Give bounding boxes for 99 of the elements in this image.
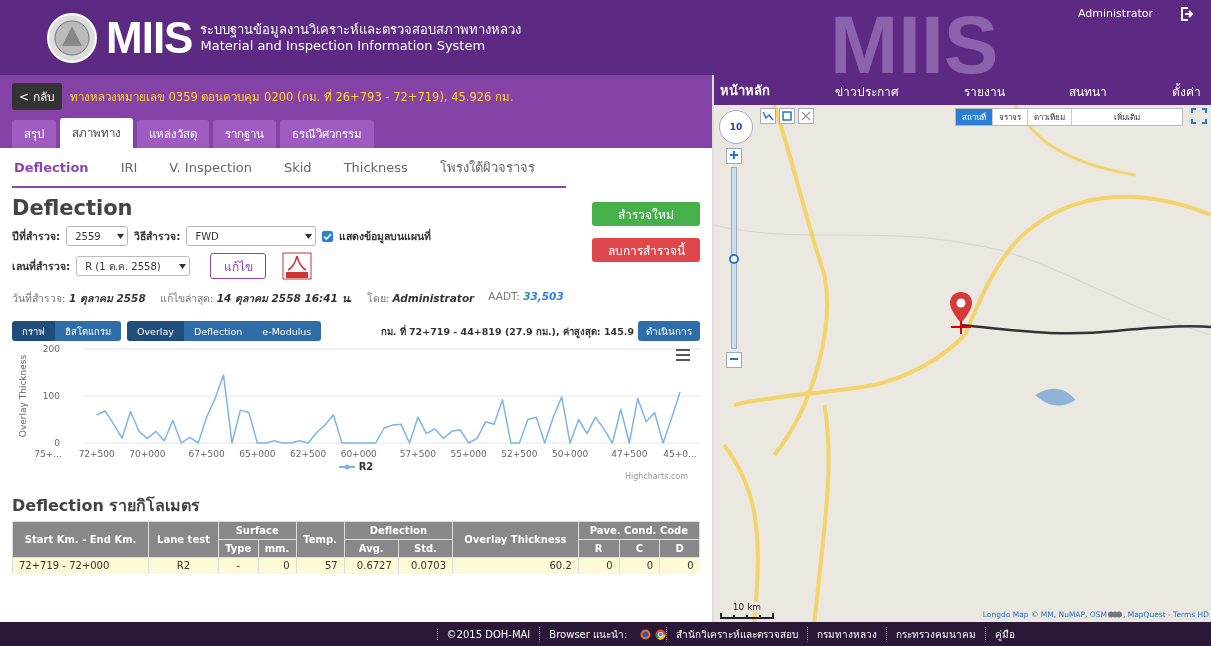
system-title: ระบบฐานข้อมูลงานวิเคราะห์และตรวจสอบสภาพทางหลวง [200,21,522,38]
footer-link[interactable]: กรมทางหลวง [807,626,887,642]
table-title: Deflection รายกิโลเมตร [12,495,202,517]
logout-icon[interactable] [1179,6,1195,22]
road-title: ทางหลวงหมายเลข 0359 ตอนควบคุม 0200 (กม. ที่ 26+793 - 72+719), 45.926 กม. [69,88,514,106]
column-header: Start Km. - End Km. [12,521,149,558]
caret-icon [305,233,313,239]
series-toggle[interactable]: e-Modulus [252,321,322,341]
line-tool-button[interactable] [760,108,776,124]
fullscreen-icon[interactable] [1191,108,1207,124]
checkbox-label: แสดงข้อมูลบนแผนที่ [339,227,432,245]
axis-tick-label: 67+500 [188,449,225,459]
series-toggle[interactable]: Overlay [127,321,184,341]
sub-tab[interactable]: Skid [270,159,325,175]
view-toggle[interactable]: ฮิสโตแกรม [55,321,121,341]
column-header: Surface [218,521,296,540]
column-header: Temp. [296,521,345,558]
axis-tick-label: 57+500 [399,449,437,459]
tab[interactable]: สภาพทาง [60,118,133,148]
series-toggle[interactable]: Deflection [183,321,253,341]
edit-button[interactable]: แก้ไข [210,253,267,279]
tab[interactable]: แหล่งวัสดุ [137,120,209,148]
plus-icon [729,150,739,160]
section-title: Deflection [12,196,134,220]
area-tool-button[interactable] [779,108,795,124]
tab[interactable]: รากฐาน [213,120,276,148]
axis-tick-label: 45+0... [663,449,697,459]
footer-link[interactable]: ©2015 DOH-MAI [436,628,540,640]
axis-tick-label: 47+500 [611,449,648,459]
close-button[interactable] [798,108,814,124]
footer-link[interactable]: สำนักวิเคราะห์และตรวจสอบ [666,626,808,642]
axis-tick-label: 200 [42,344,60,354]
year-select[interactable]: 2559 [66,226,129,246]
info-text: วันที่สำรวจ: 1 ตุลาคม 2558 [12,290,146,307]
info-text: แก้ไขล่าสุด: 14 ตุลาคม 2558 16:41 น. [159,291,353,307]
user-name[interactable]: Administrator [1078,7,1153,20]
view-toggle[interactable]: กราฟ [12,321,55,341]
info-text: AADT: 33,503 [488,290,564,304]
column-header: Lane test [148,521,219,558]
sub-tab[interactable]: IRI [107,159,151,175]
column-header: Overlay Thickness [452,521,579,558]
axis-title: Overlay Thickness [18,354,28,438]
scale-label: 10 km [730,602,764,612]
column-header: Deflection [344,521,453,540]
sub-tab[interactable]: V. Inspection [156,159,265,175]
scale-bar-icon [720,613,774,619]
sub-tab[interactable]: Thickness [330,159,421,175]
browser-icon[interactable] [655,628,667,640]
axis-tick-label: 72+500 [78,449,115,459]
checkbox[interactable] [322,230,334,242]
zoom-in-button[interactable] [726,148,742,164]
footer-text: Browser แนะนำ: [539,626,637,642]
field-label: วิธีสำรวจ: [134,228,181,244]
nav-link[interactable]: หน้าหลัก [720,80,770,101]
footer-link[interactable]: กระทรวงคมนาคม [886,626,986,642]
sub-tab[interactable]: โพรงใต้ผิวจราจร [426,156,548,178]
backdrop-logo-text: MIIS [830,4,999,75]
field-label: เลนที่สำรวจ: [12,257,71,274]
delete-button[interactable]: ลบการสำรวจนี้ [592,238,700,262]
menu-icon[interactable] [676,349,690,361]
axis-tick-label: 70+000 [129,449,166,459]
axis-tick-label: 55+000 [450,449,487,459]
legend-label[interactable]: R2 [358,461,374,472]
method-select[interactable]: FWD [186,226,317,246]
tab[interactable]: สรุป [12,120,56,148]
field-label: ปีที่สำรวจ: [12,227,61,244]
map-pin-icon[interactable] [948,291,974,335]
axis-tick-label: 100 [42,391,60,401]
caret-icon [179,263,187,269]
axis-tick-label: 60+000 [340,449,377,459]
pan-control[interactable]: 10 [719,110,753,144]
axis-tick-label: 62+500 [289,449,327,459]
zoom-out-button[interactable] [726,352,742,368]
tab[interactable]: ธรณีวิศวกรรม [280,120,374,148]
column-header: Pave. Cond. Code [578,521,700,540]
caret-icon [117,233,125,239]
nav-link[interactable]: ข่าวประกาศ [834,82,899,101]
range-text: กม. ที่ 72+719 - 44+819 (27.9 กม.), ค่าสูงสุด: 145.9 [380,323,634,339]
sub-tab[interactable]: Deflection [12,159,102,175]
axis-tick-label: 75+... [34,449,62,459]
emblem-logo [46,11,98,64]
footer-link[interactable]: คู่มือ [985,626,1025,642]
lane-select[interactable]: R (1 ต.ค. 2558) [76,256,191,276]
axis-tick-label: 0 [54,438,60,448]
pdf-icon[interactable] [282,252,313,280]
nav-link[interactable]: สนทนา [1069,82,1108,101]
slider-thumb[interactable] [729,254,739,264]
axis-tick-label: 50+000 [552,449,589,459]
zoom-slider[interactable] [731,167,737,349]
nav-link[interactable]: ตั้งค่า [1172,82,1201,101]
system-subtitle: Material and Inspection Information System [200,37,486,54]
logo-text: MIIS [106,12,193,63]
info-text: โดย: Administrator [366,291,475,306]
nav-link[interactable]: รายงาน [963,82,1005,101]
axis-tick-label: 52+500 [501,449,538,459]
back-button[interactable]: < กลับ [12,83,62,110]
axis-tick-label: 65+000 [239,449,276,459]
run-button[interactable]: ดำเนินการ [638,321,700,341]
legend-line-icon [338,463,355,470]
